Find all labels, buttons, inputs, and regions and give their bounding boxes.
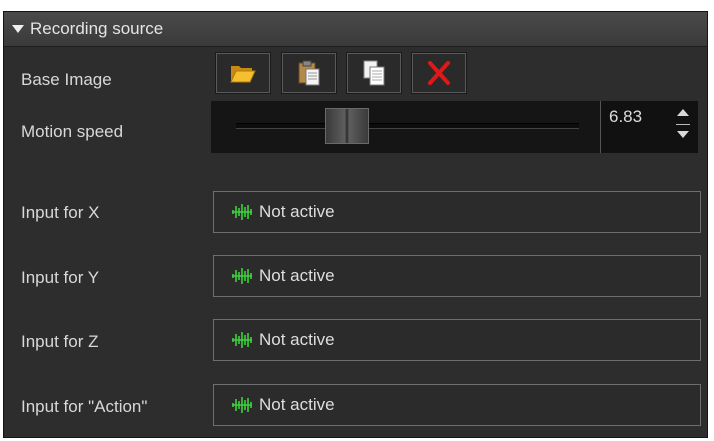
spin-down-arrow-icon[interactable]: [677, 131, 689, 138]
copy-button[interactable]: [346, 52, 402, 94]
input-z-label: Input for Z: [21, 332, 99, 351]
motion-speed-label: Motion speed: [21, 122, 124, 141]
base-image-label: Base Image: [21, 70, 112, 89]
motion-speed-spinbox[interactable]: 6.83: [600, 101, 698, 153]
waveform-icon: [232, 268, 252, 284]
waveform-icon: [232, 397, 252, 413]
slider-track[interactable]: [236, 123, 579, 129]
clipboard-icon: [298, 60, 320, 86]
motion-speed-slider[interactable]: [211, 101, 600, 153]
waveform-icon: [232, 332, 252, 348]
paste-button[interactable]: [281, 52, 337, 94]
input-y-label: Input for Y: [21, 268, 100, 287]
input-x-value: Not active: [259, 202, 335, 221]
clear-button[interactable]: [411, 52, 467, 94]
motion-speed-value[interactable]: 6.83: [609, 107, 642, 127]
open-folder-button[interactable]: [215, 52, 271, 94]
input-action-label: Input for "Action": [21, 397, 148, 416]
input-y-value: Not active: [259, 266, 335, 285]
input-z-value: Not active: [259, 330, 335, 349]
input-action-selector[interactable]: Not active: [213, 384, 701, 426]
input-action-value: Not active: [259, 395, 335, 414]
copy-icon: [363, 60, 385, 86]
input-x-label: Input for X: [21, 203, 100, 222]
red-x-icon: [428, 61, 450, 85]
section-header[interactable]: Recording source: [4, 12, 707, 47]
input-z-selector[interactable]: Not active: [213, 319, 701, 361]
input-y-selector[interactable]: Not active: [213, 255, 701, 297]
slider-thumb[interactable]: [324, 108, 369, 144]
waveform-icon: [232, 204, 252, 220]
collapse-triangle-icon[interactable]: [12, 25, 24, 33]
spin-up-arrow-icon[interactable]: [677, 109, 689, 116]
section-title: Recording source: [30, 19, 164, 38]
spin-divider: [676, 124, 690, 125]
input-x-selector[interactable]: Not active: [213, 191, 701, 233]
folder-open-icon: [230, 66, 256, 83]
